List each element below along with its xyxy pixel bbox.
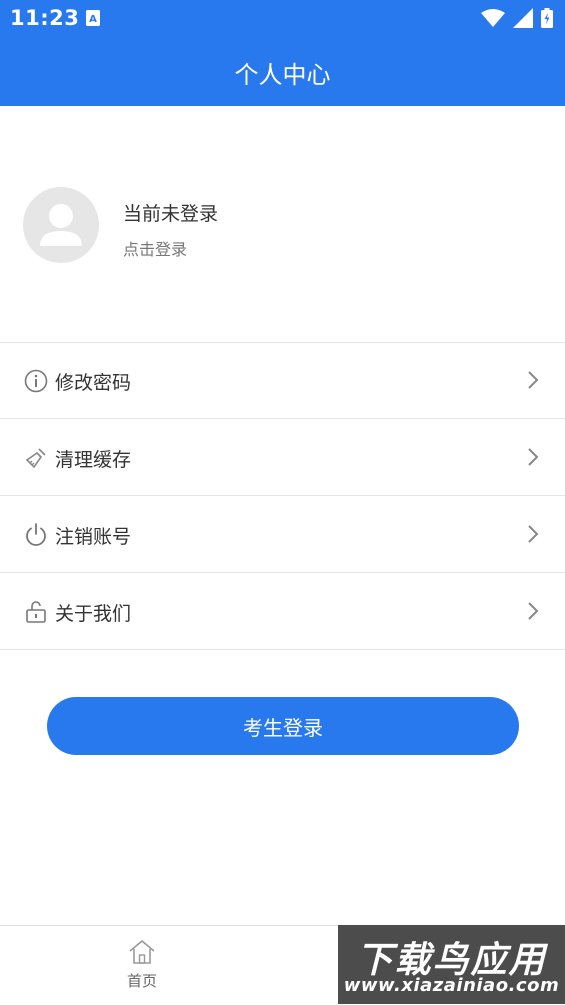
- menu-item-label: 修改密码: [55, 372, 132, 394]
- menu-item-about-us[interactable]: 关于我们: [0, 573, 565, 650]
- menu-item-delete-account[interactable]: 注销账号: [0, 496, 565, 573]
- header-bar: 个人中心: [0, 36, 565, 106]
- status-icons: [481, 8, 553, 28]
- battery-icon: [541, 8, 553, 28]
- svg-text:A: A: [89, 14, 97, 25]
- login-status-text: 当前未登录: [123, 203, 219, 225]
- tab-home[interactable]: 首页: [100, 938, 184, 998]
- login-hint-link[interactable]: 点击登录: [123, 236, 187, 260]
- power-icon: [26, 523, 46, 546]
- status-bar: 11:23 A: [0, 0, 565, 36]
- chevron-right-icon: [528, 525, 539, 543]
- profile-card[interactable]: 当前未登录 点击登录: [0, 106, 565, 343]
- chevron-right-icon: [528, 448, 539, 466]
- broom-icon: [25, 448, 46, 469]
- notification-a-icon: A: [86, 10, 100, 26]
- watermark-url: www.xiazainiao.com: [343, 975, 560, 996]
- menu-item-change-password[interactable]: 修改密码: [0, 342, 565, 419]
- page-title: 个人中心: [234, 61, 331, 89]
- menu-item-label: 清理缓存: [55, 449, 132, 471]
- unlock-icon: [26, 601, 46, 623]
- chevron-right-icon: [528, 371, 539, 389]
- tab-home-label: 首页: [126, 972, 157, 990]
- user-avatar-icon[interactable]: [23, 187, 99, 263]
- signal-icon: [513, 8, 533, 28]
- menu-item-label: 关于我们: [55, 603, 132, 625]
- menu-item-clear-cache[interactable]: 清理缓存: [0, 419, 565, 496]
- chevron-right-icon: [528, 602, 539, 620]
- settings-menu: 修改密码 清理缓存 注销账号 关于我们: [0, 342, 565, 650]
- wifi-icon: [481, 9, 505, 27]
- menu-item-label: 注销账号: [55, 526, 132, 548]
- home-icon: [129, 940, 155, 964]
- info-circle-icon: [24, 369, 48, 393]
- status-time: 11:23: [10, 6, 80, 30]
- watermark-logo: 下载鸟应用 www.xiazainiao.com: [338, 925, 565, 1004]
- student-login-button[interactable]: 考生登录: [47, 697, 519, 755]
